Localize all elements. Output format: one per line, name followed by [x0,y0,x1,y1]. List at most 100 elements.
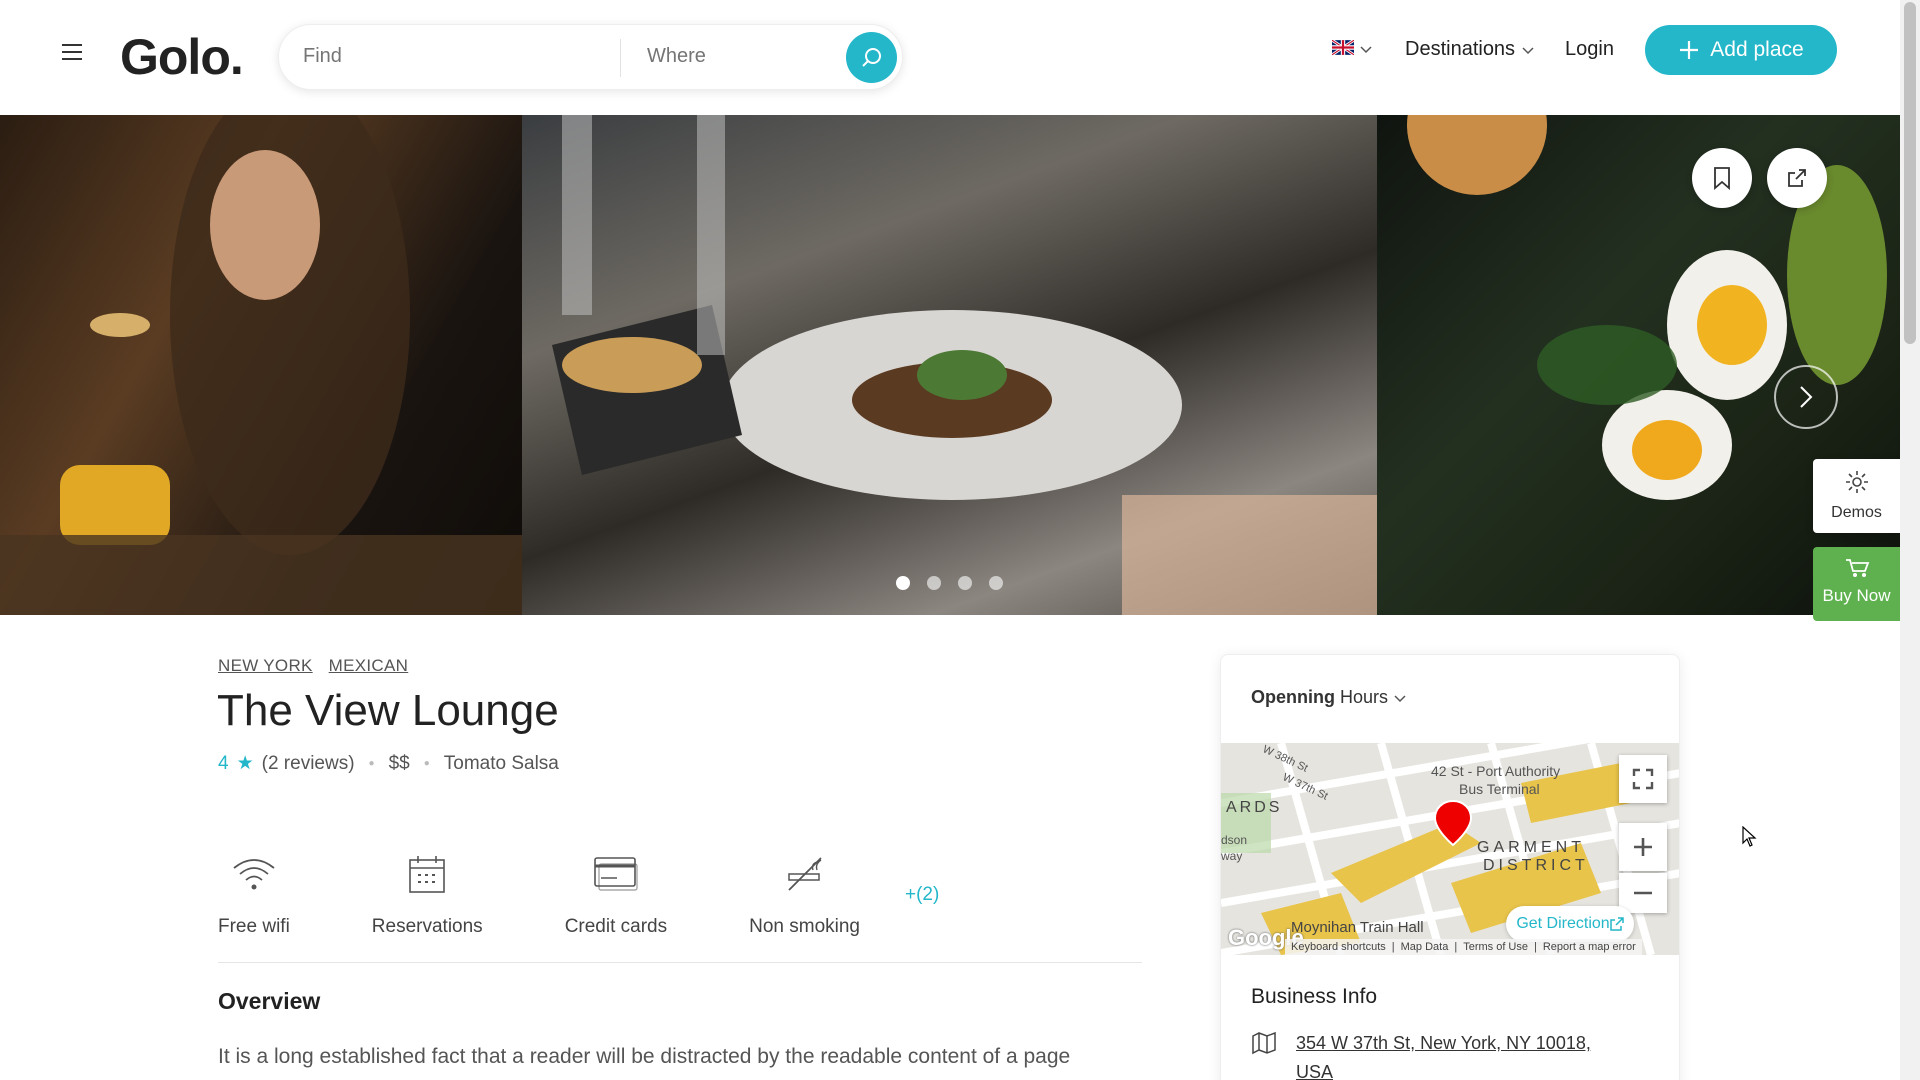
star-icon: ★ [236,753,254,774]
scrollbar-thumb[interactable] [1904,2,1916,344]
search-icon [861,47,881,67]
share-button[interactable] [1767,148,1827,208]
overview-text: It is a long established fact that a rea… [218,1045,1071,1068]
find-input[interactable] [303,45,583,68]
gallery-dot[interactable] [958,576,972,590]
mouse-cursor-icon [1742,826,1757,847]
amenity-reservations: Reservations [372,852,483,938]
bookmark-icon [1714,167,1730,190]
no-smoking-icon [787,857,822,891]
chevron-down-icon [1522,47,1534,54]
section-divider [218,962,1142,963]
minus-icon [1634,891,1652,895]
get-direction-button[interactable]: Get Direction [1506,906,1634,942]
map-label: way [1221,849,1243,863]
map-footer: Keyboard shortcuts | Map Data | Terms of U… [1285,939,1642,955]
search-bar [278,24,903,90]
gallery-photo-dining-table[interactable] [522,115,1377,615]
dining-table-image [552,115,1377,615]
business-info-heading: Business Info [1251,985,1378,1008]
hamburger-menu-icon[interactable] [62,44,88,66]
chevron-down-icon[interactable] [1359,44,1373,54]
map-pin-icon[interactable] [1433,799,1473,847]
gear-icon [1845,471,1868,493]
price-level: $$ [388,752,410,774]
zoom-out-button[interactable] [1619,873,1667,913]
demos-label: Demos [1831,504,1882,521]
location-map[interactable]: W 38th St W 37th St 42 St - Port Authori… [1221,743,1679,955]
map-footer-link[interactable]: Terms of Use [1463,941,1528,953]
fullscreen-button[interactable] [1619,755,1667,803]
map-icon [1252,1031,1276,1055]
add-place-label: Add place [1710,38,1804,61]
where-input[interactable] [647,45,847,68]
credit-card-icon [594,857,638,891]
map-label: Bus Terminal [1459,781,1540,797]
map-label: dson [1221,833,1248,847]
map-footer-link[interactable]: Map Data [1401,941,1449,953]
cart-icon [1845,559,1869,577]
map-footer-link[interactable]: Keyboard shortcuts [1291,941,1386,953]
hours-label: Hours [1340,687,1389,707]
login-link[interactable]: Login [1565,38,1614,61]
address-link[interactable]: 354 W 37th St, New York, NY 10018, USA [1296,1029,1636,1080]
gallery-dot[interactable] [989,576,1003,590]
opening-hours-dropdown[interactable]: Openning Hours [1251,687,1407,708]
chevron-down-icon [1394,695,1406,703]
review-count[interactable]: (2 reviews) [262,753,355,775]
amenity-label: Credit cards [564,916,668,937]
fullscreen-icon [1632,768,1654,790]
gallery-dot[interactable] [896,576,910,590]
buy-now-button[interactable]: Buy Now [1813,547,1900,621]
more-amenities-link[interactable]: +(2) [905,884,939,906]
bookmark-button[interactable] [1692,148,1752,208]
map-label: 42 St - Port Authority [1431,763,1561,779]
share-icon [1788,169,1806,187]
map-label: ARDS [1226,799,1283,816]
plus-icon [1680,41,1699,59]
amenity-label: Non smoking [749,916,860,937]
map-label: DISTRICT [1483,857,1589,874]
listing-title: The View Lounge [217,686,559,735]
map-label: Moynihan Train Hall [1291,919,1424,936]
zoom-in-button[interactable] [1619,823,1667,871]
add-place-button[interactable]: Add place [1645,25,1837,75]
map-footer-link[interactable]: Report a map error [1543,941,1636,953]
uk-flag-icon[interactable] [1332,40,1354,55]
site-header: Golo. Destinations Login Add place [0,0,1900,115]
address-line: USA [1296,1062,1334,1080]
plus-icon [1634,838,1652,856]
nav-destinations-label: Destinations [1405,38,1516,60]
listing-meta: 4 ★ (2 reviews) ● $$ ● Tomato Salsa [218,752,559,775]
tag-city[interactable]: NEW YORK [218,656,313,676]
gallery-pagination [896,576,1003,590]
rating-value: 4 [218,752,229,774]
specialty: Tomato Salsa [443,752,559,774]
amenity-label: Reservations [371,916,483,937]
amenity-label: Free wifi [218,916,290,937]
amenity-non-smoking: Non smoking [749,852,860,938]
overview-heading: Overview [218,988,321,1014]
listing-tags: NEW YORK MEXICAN [218,656,408,676]
woman-eating-image [0,115,522,615]
nav-destinations[interactable]: Destinations [1405,38,1535,61]
site-logo[interactable]: Golo. [120,28,244,86]
tag-cuisine[interactable]: MEXICAN [329,656,409,676]
calendar-icon [409,856,446,893]
chevron-right-icon [1800,386,1813,408]
external-link-icon [1609,917,1624,931]
search-button[interactable] [846,32,897,83]
gallery-dot[interactable] [927,576,941,590]
buy-now-label: Buy Now [1822,586,1891,605]
gallery-photo-woman-eating[interactable] [0,115,522,615]
wifi-icon [233,859,275,890]
hours-label-bold: Openning [1251,687,1335,707]
separator-dot: ● [423,758,430,769]
amenity-free-wifi: Free wifi [218,852,290,938]
info-card: Openning Hours W 38th St W 37th St 42 St… [1220,654,1680,1080]
photo-gallery[interactable] [0,115,1900,615]
page-scrollbar[interactable] [1900,0,1920,1080]
gallery-next-button[interactable] [1774,365,1838,429]
amenity-credit-cards: Credit cards [565,852,667,938]
demos-button[interactable]: Demos [1813,459,1900,533]
